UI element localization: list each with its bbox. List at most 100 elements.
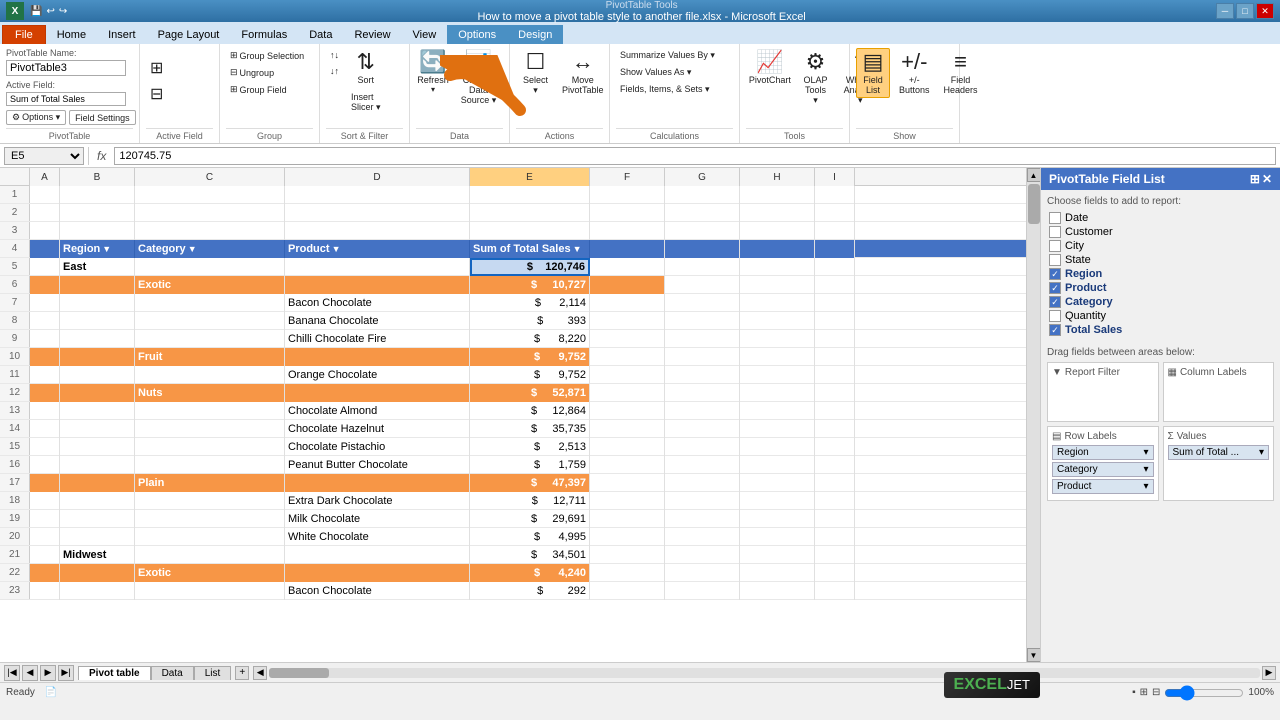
cell-b23[interactable] bbox=[60, 582, 135, 600]
cell-e18[interactable]: $ 12,711 bbox=[470, 492, 590, 510]
cell-a19[interactable] bbox=[30, 510, 60, 528]
field-checkbox-category[interactable]: ✓ bbox=[1049, 296, 1061, 308]
cell-h22[interactable] bbox=[740, 564, 815, 582]
sheet-nav-last[interactable]: ▶| bbox=[58, 665, 74, 681]
cell-b15[interactable] bbox=[60, 438, 135, 456]
cell-a8[interactable] bbox=[30, 312, 60, 330]
cell-extra-dark[interactable]: Extra Dark Chocolate bbox=[285, 492, 470, 510]
cell-e7[interactable]: $ 2,114 bbox=[470, 294, 590, 312]
cell-b1[interactable] bbox=[60, 186, 135, 204]
scroll-up-btn[interactable]: ▲ bbox=[1027, 168, 1041, 182]
cell-f5[interactable] bbox=[590, 258, 665, 276]
cell-i16[interactable] bbox=[815, 456, 855, 474]
sheet-nav-next[interactable]: ▶ bbox=[40, 665, 56, 681]
cell-a9[interactable] bbox=[30, 330, 60, 348]
quick-access-toolbar[interactable]: 💾↩↪ bbox=[30, 6, 67, 17]
scroll-down-btn[interactable]: ▼ bbox=[1027, 648, 1041, 662]
col-header-g[interactable]: G bbox=[665, 168, 740, 186]
sort-desc-btn[interactable]: ↓↑ bbox=[326, 64, 343, 78]
cell-f8[interactable] bbox=[590, 312, 665, 330]
h-scroll-left[interactable]: ◀ bbox=[253, 666, 267, 680]
cell-h1[interactable] bbox=[740, 186, 815, 204]
cell-i19[interactable] bbox=[815, 510, 855, 528]
insert-sheet-btn[interactable]: + bbox=[235, 666, 249, 680]
cell-i18[interactable] bbox=[815, 492, 855, 510]
cell-g22[interactable] bbox=[665, 564, 740, 582]
cell-g18[interactable] bbox=[665, 492, 740, 510]
cell-f6[interactable] bbox=[590, 276, 665, 294]
insert-slicer-btn[interactable]: InsertSlicer ▾ bbox=[347, 90, 385, 115]
cell-fruit[interactable]: Fruit bbox=[135, 348, 285, 366]
cell-bacon2[interactable]: Bacon Chocolate bbox=[285, 582, 470, 600]
cell-b8[interactable] bbox=[60, 312, 135, 330]
cell-d5[interactable] bbox=[285, 258, 470, 276]
cell-b13[interactable] bbox=[60, 402, 135, 420]
drag-zone-row-labels[interactable]: ▤ Row Labels Region ▾ Category ▾ Produ bbox=[1047, 426, 1159, 501]
sum-total-arrow[interactable]: ▾ bbox=[1259, 447, 1264, 458]
cell-b12[interactable] bbox=[60, 384, 135, 402]
cell-e5[interactable]: $ 120,746 bbox=[470, 258, 590, 276]
cell-product-header[interactable]: Product ▼ bbox=[285, 240, 470, 258]
minimize-btn[interactable]: ─ bbox=[1216, 3, 1234, 19]
field-checkbox-product[interactable]: ✓ bbox=[1049, 282, 1061, 294]
field-checkbox-date[interactable] bbox=[1049, 212, 1061, 224]
tab-formulas[interactable]: Formulas bbox=[230, 25, 298, 44]
cell-f14[interactable] bbox=[590, 420, 665, 438]
cell-f7[interactable] bbox=[590, 294, 665, 312]
cell-h6[interactable] bbox=[740, 276, 815, 294]
cell-i7[interactable] bbox=[815, 294, 855, 312]
cell-a11[interactable] bbox=[30, 366, 60, 384]
cell-e16[interactable]: $ 1,759 bbox=[470, 456, 590, 474]
tab-file[interactable]: File bbox=[2, 25, 46, 44]
cell-c15[interactable] bbox=[135, 438, 285, 456]
drag-zone-values[interactable]: Σ Values Sum of Total ... ▾ bbox=[1163, 426, 1275, 501]
cell-g7[interactable] bbox=[665, 294, 740, 312]
cell-sales-header[interactable]: Sum of Total Sales ▼ bbox=[470, 240, 590, 258]
cell-orange[interactable]: Orange Chocolate bbox=[285, 366, 470, 384]
cell-f17[interactable] bbox=[590, 474, 665, 492]
tab-options[interactable]: Options bbox=[447, 25, 507, 44]
cell-e20[interactable]: $ 4,995 bbox=[470, 528, 590, 546]
cell-d10[interactable] bbox=[285, 348, 470, 366]
group-field-btn[interactable]: ⊞ Group Field bbox=[226, 82, 291, 97]
cell-h21[interactable] bbox=[740, 546, 815, 564]
cell-e10[interactable]: $ 9,752 bbox=[470, 348, 590, 366]
cell-i10[interactable] bbox=[815, 348, 855, 366]
cell-a20[interactable] bbox=[30, 528, 60, 546]
cell-b17[interactable] bbox=[60, 474, 135, 492]
cell-d1[interactable] bbox=[285, 186, 470, 204]
cell-bacon1[interactable]: Bacon Chocolate bbox=[285, 294, 470, 312]
h-scroll-right[interactable]: ▶ bbox=[1262, 666, 1276, 680]
pivot-panel-layout-btn[interactable]: ⊞ bbox=[1250, 172, 1260, 186]
cell-f2[interactable] bbox=[590, 204, 665, 222]
cell-f11[interactable] bbox=[590, 366, 665, 384]
cell-b18[interactable] bbox=[60, 492, 135, 510]
pt-name-input[interactable] bbox=[6, 60, 126, 76]
cell-c5[interactable] bbox=[135, 258, 285, 276]
cell-i23[interactable] bbox=[815, 582, 855, 600]
field-checkbox-region[interactable]: ✓ bbox=[1049, 268, 1061, 280]
cell-g3[interactable] bbox=[665, 222, 740, 240]
cell-i11[interactable] bbox=[815, 366, 855, 384]
cell-e12[interactable]: $ 52,871 bbox=[470, 384, 590, 402]
cell-g16[interactable] bbox=[665, 456, 740, 474]
h-scroll-thumb[interactable] bbox=[269, 668, 329, 678]
cell-h9[interactable] bbox=[740, 330, 815, 348]
cell-choc-hazel[interactable]: Chocolate Hazelnut bbox=[285, 420, 470, 438]
plus-minus-btn[interactable]: +/- +/- Buttons bbox=[894, 48, 935, 98]
drill-down-btn[interactable]: ⊞ bbox=[146, 56, 167, 80]
cell-a18[interactable] bbox=[30, 492, 60, 510]
sheet-tab-pivot[interactable]: Pivot table bbox=[78, 666, 151, 680]
field-item-city[interactable]: City bbox=[1047, 239, 1274, 253]
cell-e2[interactable] bbox=[470, 204, 590, 222]
cell-e3[interactable] bbox=[470, 222, 590, 240]
fields-items-btn[interactable]: Fields, Items, & Sets ▾ bbox=[616, 82, 714, 97]
cell-g19[interactable] bbox=[665, 510, 740, 528]
field-checkbox-customer[interactable] bbox=[1049, 226, 1061, 238]
cell-f13[interactable] bbox=[590, 402, 665, 420]
cell-b14[interactable] bbox=[60, 420, 135, 438]
cell-g10[interactable] bbox=[665, 348, 740, 366]
ungroup-btn[interactable]: ⊟ Ungroup bbox=[226, 65, 278, 80]
col-header-c[interactable]: C bbox=[135, 168, 285, 186]
field-checkbox-total-sales[interactable]: ✓ bbox=[1049, 324, 1061, 336]
